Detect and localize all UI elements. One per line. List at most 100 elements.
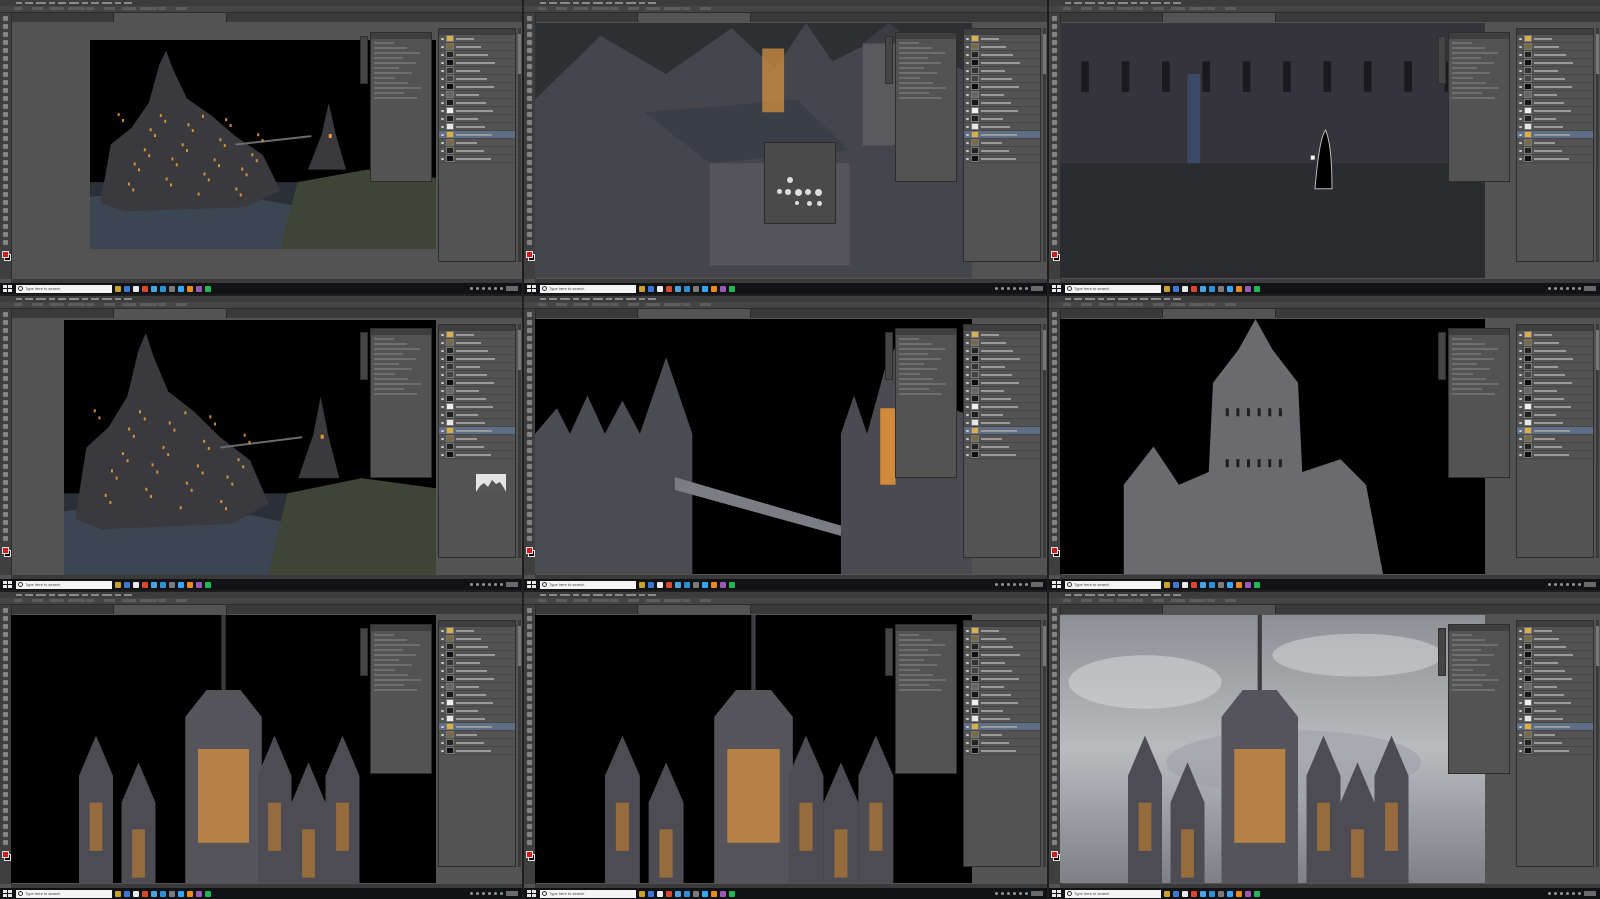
property-control[interactable] bbox=[1452, 388, 1482, 390]
property-control[interactable] bbox=[899, 659, 924, 661]
option-control[interactable] bbox=[176, 303, 187, 306]
tool-icon[interactable] bbox=[527, 624, 532, 629]
tool-icon[interactable] bbox=[1052, 352, 1057, 357]
menu-item[interactable] bbox=[69, 298, 79, 300]
tool-icon[interactable] bbox=[3, 168, 8, 173]
tool-icon[interactable] bbox=[3, 64, 8, 69]
menu-item[interactable] bbox=[25, 594, 33, 596]
option-control[interactable] bbox=[122, 599, 136, 602]
taskbar-app-icon[interactable] bbox=[1164, 581, 1170, 588]
option-control[interactable] bbox=[1225, 7, 1236, 10]
taskbar-app-icon[interactable] bbox=[169, 581, 175, 588]
taskbar-app-icon[interactable] bbox=[1209, 581, 1215, 588]
property-control[interactable] bbox=[1452, 674, 1486, 676]
tool-icon[interactable] bbox=[1052, 376, 1057, 381]
taskbar-search-input[interactable]: Type here to search bbox=[1065, 889, 1161, 898]
layer-row[interactable] bbox=[439, 355, 515, 363]
layer-row[interactable] bbox=[439, 411, 515, 419]
taskbar-app-icon[interactable] bbox=[196, 581, 202, 588]
visibility-eye-icon[interactable] bbox=[966, 117, 969, 120]
tool-icon[interactable] bbox=[1052, 64, 1057, 69]
tool-icon[interactable] bbox=[1052, 208, 1057, 213]
option-control[interactable] bbox=[14, 7, 22, 10]
tool-icon[interactable] bbox=[1052, 696, 1057, 701]
taskbar-clock[interactable] bbox=[506, 286, 518, 291]
option-control[interactable] bbox=[104, 7, 115, 10]
visibility-eye-icon[interactable] bbox=[441, 117, 444, 120]
tool-icon[interactable] bbox=[527, 704, 532, 709]
tray-icon[interactable] bbox=[1578, 583, 1581, 586]
tool-icon[interactable] bbox=[3, 312, 8, 317]
option-control[interactable] bbox=[1153, 599, 1164, 602]
foreground-color-swatch[interactable] bbox=[1051, 251, 1058, 258]
property-control[interactable] bbox=[374, 72, 412, 74]
tool-icon[interactable] bbox=[3, 440, 8, 445]
option-control[interactable] bbox=[592, 599, 609, 602]
layer-row[interactable] bbox=[439, 131, 515, 139]
menu-item[interactable] bbox=[1118, 298, 1128, 300]
tool-icon[interactable] bbox=[1052, 168, 1057, 173]
taskbar-app-icon[interactable] bbox=[720, 285, 726, 292]
layer-row[interactable] bbox=[439, 91, 515, 99]
layer-row[interactable] bbox=[1517, 627, 1593, 635]
tool-icon[interactable] bbox=[527, 720, 532, 725]
tool-icon[interactable] bbox=[527, 224, 532, 229]
menu-item[interactable] bbox=[16, 2, 22, 4]
taskbar-app-icon[interactable] bbox=[711, 285, 717, 292]
taskbar-app-icon[interactable] bbox=[187, 890, 193, 897]
tray-icon[interactable] bbox=[488, 583, 491, 586]
layer-row[interactable] bbox=[964, 667, 1040, 675]
visibility-eye-icon[interactable] bbox=[966, 109, 969, 112]
taskbar-app-icon[interactable] bbox=[684, 581, 690, 588]
property-control[interactable] bbox=[374, 664, 412, 666]
menu-item[interactable] bbox=[16, 594, 22, 596]
property-control[interactable] bbox=[1452, 378, 1486, 380]
tool-icon[interactable] bbox=[3, 680, 8, 685]
menu-item[interactable] bbox=[639, 298, 645, 300]
tray-icon[interactable] bbox=[476, 287, 479, 290]
option-control[interactable] bbox=[592, 303, 609, 306]
visibility-eye-icon[interactable] bbox=[966, 69, 969, 72]
visibility-eye-icon[interactable] bbox=[966, 349, 969, 352]
visibility-eye-icon[interactable] bbox=[966, 101, 969, 104]
property-control[interactable] bbox=[374, 92, 404, 94]
tool-icon[interactable] bbox=[3, 112, 8, 117]
brush-tip-preset[interactable] bbox=[815, 189, 822, 196]
property-control[interactable] bbox=[374, 634, 394, 636]
layer-row[interactable] bbox=[1517, 403, 1593, 411]
tool-icon[interactable] bbox=[1052, 760, 1057, 765]
layer-row[interactable] bbox=[439, 347, 515, 355]
tool-icon[interactable] bbox=[3, 336, 8, 341]
layer-row[interactable] bbox=[1517, 147, 1593, 155]
tray-icon[interactable] bbox=[482, 583, 485, 586]
visibility-eye-icon[interactable] bbox=[1519, 453, 1522, 456]
tool-icon[interactable] bbox=[3, 744, 8, 749]
tool-icon[interactable] bbox=[527, 448, 532, 453]
layer-row[interactable] bbox=[1517, 715, 1593, 723]
visibility-eye-icon[interactable] bbox=[441, 685, 444, 688]
taskbar-app-icon[interactable] bbox=[675, 581, 681, 588]
option-control[interactable] bbox=[538, 7, 546, 10]
tool-icon[interactable] bbox=[527, 328, 532, 333]
taskbar-app-icon[interactable] bbox=[1227, 890, 1233, 897]
tool-icon[interactable] bbox=[527, 472, 532, 477]
tool-icon[interactable] bbox=[3, 416, 8, 421]
property-control[interactable] bbox=[1452, 393, 1495, 395]
tool-icon[interactable] bbox=[3, 504, 8, 509]
visibility-eye-icon[interactable] bbox=[441, 717, 444, 720]
taskbar-app-icon[interactable] bbox=[702, 285, 708, 292]
tool-icon[interactable] bbox=[3, 704, 8, 709]
visibility-eye-icon[interactable] bbox=[966, 93, 969, 96]
property-control[interactable] bbox=[374, 52, 420, 54]
tray-icon[interactable] bbox=[1007, 583, 1010, 586]
tool-icon[interactable] bbox=[527, 416, 532, 421]
property-control[interactable] bbox=[1452, 338, 1472, 340]
menu-item[interactable] bbox=[1074, 298, 1082, 300]
visibility-eye-icon[interactable] bbox=[966, 133, 969, 136]
taskbar-app-icon[interactable] bbox=[142, 581, 148, 588]
tool-icon[interactable] bbox=[3, 784, 8, 789]
tool-icon[interactable] bbox=[527, 488, 532, 493]
layer-row[interactable] bbox=[1517, 139, 1593, 147]
property-control[interactable] bbox=[1452, 639, 1485, 641]
visibility-eye-icon[interactable] bbox=[441, 157, 444, 160]
